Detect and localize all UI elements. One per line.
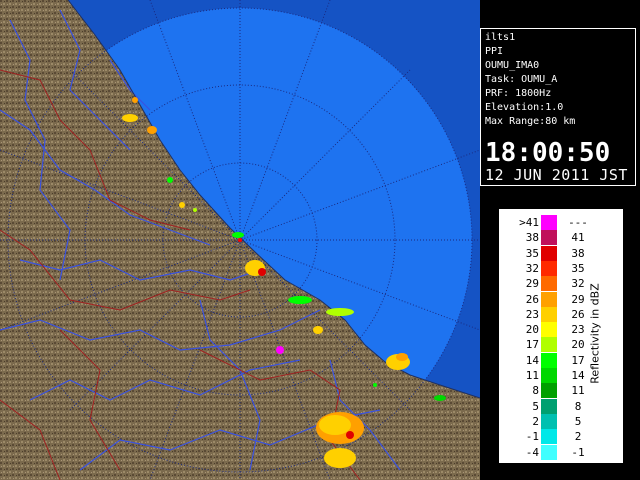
legend-lower-value: 38 — [525, 231, 539, 245]
legend-color-swatch — [541, 260, 557, 276]
radar-map-canvas — [0, 0, 480, 480]
legend-lower-value: 23 — [525, 307, 539, 321]
radar-site-marker — [238, 238, 242, 242]
legend-row: >41 --- — [499, 215, 609, 230]
legend-lower-value: -4 — [525, 445, 539, 459]
legend-upper-value: 2 — [574, 430, 582, 444]
legend-lower-value: 32 — [525, 261, 539, 275]
legend-lower-value: 8 — [532, 384, 539, 398]
legend-lower-value: 35 — [525, 246, 539, 260]
legend-color-swatch — [541, 245, 557, 261]
legend-lower-value: 29 — [525, 277, 539, 291]
legend-color-swatch — [541, 322, 557, 338]
legend-color-swatch — [541, 352, 557, 368]
legend-color-swatch — [541, 230, 557, 246]
legend-lower-value: 5 — [532, 399, 539, 413]
radar-map[interactable] — [0, 0, 480, 480]
reflectivity-legend: >41 --- 38 41 35 38 32 35 29 32 26 29 23 26 20 23 17 20 14… — [498, 208, 624, 464]
legend-lower-value: 14 — [525, 353, 539, 367]
legend-lower-value: 2 — [532, 414, 539, 428]
site-id: OUMU_IMA0 — [485, 60, 540, 71]
legend-color-swatch — [541, 337, 557, 353]
legend-color-swatch — [541, 383, 557, 399]
legend-lower-value: 17 — [525, 338, 539, 352]
legend-color-swatch — [541, 368, 557, 383]
prf-label: PRF: 1800Hz — [485, 88, 552, 99]
legend-row: -4 -1 — [499, 444, 609, 460]
station-name: ilts1 — [485, 32, 516, 43]
task-label: Task: OUMU_A — [485, 74, 558, 85]
max-range-label: Max Range:80 km — [485, 116, 576, 127]
legend-color-swatch — [541, 413, 557, 429]
legend-color-swatch — [541, 276, 557, 292]
legend-lower-value: 11 — [525, 369, 539, 382]
legend-lower-value: 26 — [525, 292, 539, 306]
info-panel: ilts1 PPI OUMU_IMA0 Task: OUMU_A PRF: 18… — [480, 28, 636, 186]
legend-color-swatch — [541, 429, 557, 445]
legend-color-swatch — [541, 398, 557, 414]
legend-upper-value: --- — [568, 216, 588, 229]
elevation-label: Elevation:1.0 — [485, 102, 564, 113]
legend-color-swatch — [541, 215, 557, 230]
legend-row: -1 2 — [499, 429, 609, 445]
legend-color-swatch — [541, 306, 557, 322]
legend-color-swatch — [541, 444, 557, 460]
legend-lower-value: >41 — [519, 216, 539, 229]
legend-lower-value: -1 — [525, 430, 539, 444]
legend-lower-value: 20 — [525, 323, 539, 337]
scan-date: 12 JUN 2011 JST — [485, 166, 628, 184]
legend-upper-value: -1 — [571, 445, 585, 459]
legend-color-swatch — [541, 291, 557, 307]
product-type: PPI — [485, 46, 504, 57]
legend-title: Reflectivity in dBZ — [588, 283, 602, 384]
scan-time: 18:00:50 — [485, 138, 611, 168]
